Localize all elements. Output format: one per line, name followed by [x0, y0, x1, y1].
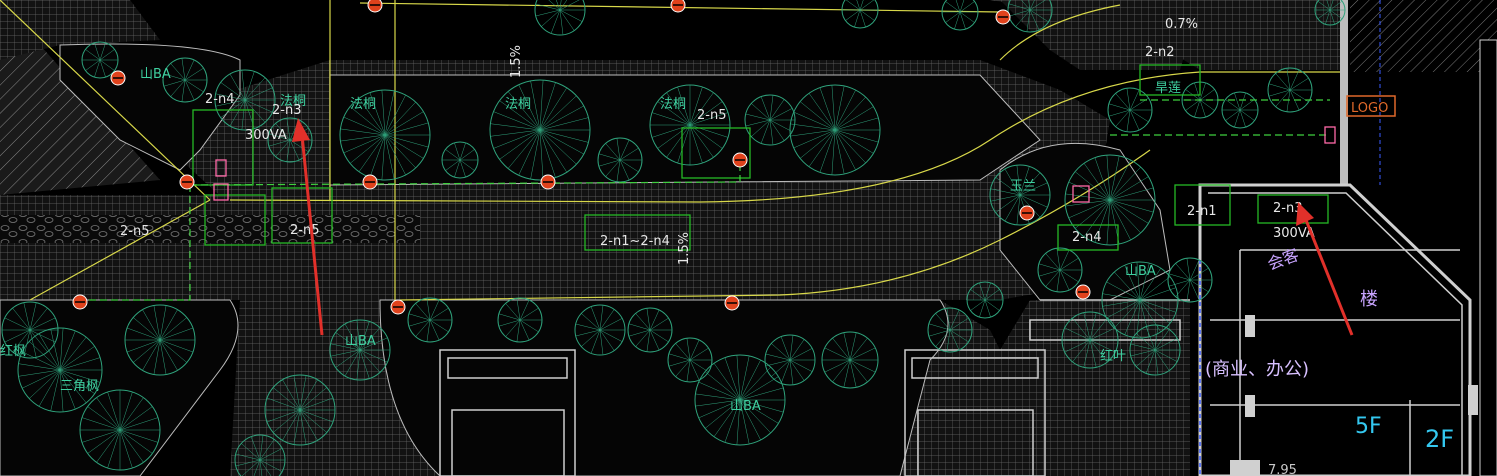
level-label: 7.95 [1268, 463, 1297, 476]
slope-label: 0.7% [1165, 17, 1198, 32]
circuit-label-n5-small: 2-n5 [290, 223, 319, 238]
tree-label: 山BA [345, 334, 376, 349]
pebble-strip [0, 215, 420, 243]
cad-landscape-plan: 会客 楼 (商业、办公) 5F 2F 7.95 LOGO 法桐 法桐 法桐 法桐… [0, 0, 1497, 476]
column-right [1479, 39, 1497, 476]
tree-label: 旱莲 [1155, 81, 1181, 96]
lamp-icon [179, 174, 195, 190]
tree-canopy [1221, 91, 1259, 129]
lamp-icon [732, 152, 748, 168]
lamp-icon [1019, 205, 1035, 221]
logo-label: LOGO [1351, 101, 1388, 116]
circuit-label-n2: 2-n2 [1145, 45, 1174, 60]
slope-label: 1.5% [677, 232, 692, 265]
planter-mid-bottom [379, 299, 949, 476]
tree-label: 三角枫 [60, 379, 99, 394]
planter-left-bottom [0, 299, 239, 476]
circuit-label-n4-right: 2-n4 [1072, 230, 1101, 245]
circuit-label-n4-left: 2-n4 [205, 92, 234, 107]
lamp-icon [1075, 284, 1091, 300]
circuit-label-range: 2-n1~2-n4 [600, 234, 670, 249]
lamp-icon [995, 9, 1011, 25]
tree-label: 红叶 [1100, 348, 1126, 364]
junction-box-icon [1324, 126, 1336, 144]
slope-label: 1.5% [509, 45, 524, 78]
circuit-label-n3-left: 2-n3 [272, 103, 301, 118]
circuit-va-left: 300VA [245, 128, 287, 143]
lamp-icon [540, 174, 556, 190]
lamp-icon [670, 0, 686, 13]
lamp-icon [390, 299, 406, 315]
tree-canopy [1167, 257, 1213, 303]
lamp-icon [110, 70, 126, 86]
tree-label: 法桐 [350, 97, 376, 112]
tree-label: 山BA [730, 399, 761, 414]
circuit-label-n5-center: 2-n5 [697, 108, 726, 123]
hatch-zone-top-right [1350, 0, 1497, 72]
circuit-label-n5-left: 2-n5 [120, 224, 149, 239]
tree-label: 玉兰 [1010, 179, 1036, 194]
building-use-label: (商业、办公) [1205, 359, 1309, 380]
tree-canopy [941, 0, 979, 31]
lamp-icon [72, 294, 88, 310]
tree-canopy [79, 389, 161, 471]
tree-label: 山BA [1125, 264, 1156, 279]
tree-label: 法桐 [505, 97, 531, 112]
lamp-icon [724, 295, 740, 311]
paving-main-road [0, 195, 1110, 300]
tree-label: 法桐 [660, 97, 686, 112]
tree-canopy [1267, 67, 1313, 113]
room-label-stair: 楼 [1360, 289, 1378, 310]
lamp-icon [362, 174, 378, 190]
lamp-icon [367, 0, 383, 13]
floor-label-2f: 2F [1425, 425, 1454, 453]
circuit-label-n1: 2-n1 [1187, 204, 1216, 219]
floor-label-5f: 5F [1355, 414, 1382, 439]
tree-label: 山BA [140, 67, 171, 82]
tree-canopy [841, 0, 879, 29]
tree-label: 红枫 [0, 343, 26, 359]
